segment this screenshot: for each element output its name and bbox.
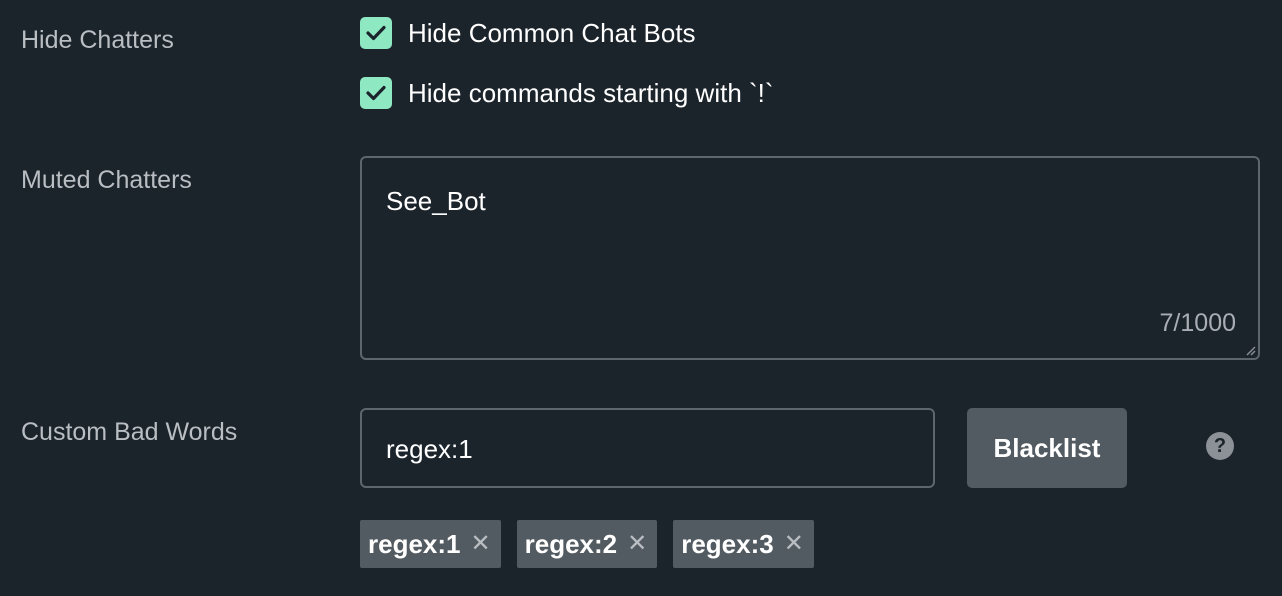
hide-common-bots-option[interactable]: Hide Common Chat Bots bbox=[360, 17, 696, 49]
hide-commands-checkbox[interactable] bbox=[360, 77, 392, 109]
character-counter: 7/1000 bbox=[1159, 309, 1236, 337]
hide-commands-option[interactable]: Hide commands starting with `!` bbox=[360, 77, 774, 109]
bad-word-tags: regex:1 ✕ regex:2 ✕ regex:3 ✕ bbox=[360, 520, 814, 568]
resize-handle-icon[interactable] bbox=[1244, 344, 1256, 356]
blacklist-button[interactable]: Blacklist bbox=[967, 408, 1127, 488]
bad-word-tag: regex:1 ✕ bbox=[360, 520, 501, 568]
muted-chatters-label: Muted Chatters bbox=[21, 166, 192, 194]
remove-tag-icon[interactable]: ✕ bbox=[627, 532, 647, 556]
hide-chatters-label: Hide Chatters bbox=[21, 26, 174, 54]
hide-common-bots-label: Hide Common Chat Bots bbox=[408, 17, 696, 48]
tag-label: regex:2 bbox=[524, 528, 618, 559]
checkmark-icon bbox=[366, 85, 386, 101]
hide-commands-label: Hide commands starting with `!` bbox=[408, 77, 774, 108]
bad-word-tag: regex:3 ✕ bbox=[673, 520, 814, 568]
remove-tag-icon[interactable]: ✕ bbox=[784, 532, 804, 556]
custom-bad-words-label: Custom Bad Words bbox=[21, 418, 238, 446]
tag-label: regex:3 bbox=[681, 528, 774, 559]
bad-word-tag: regex:2 ✕ bbox=[516, 520, 658, 568]
tag-label: regex:1 bbox=[368, 528, 461, 559]
muted-chatters-value: See_Bot bbox=[386, 186, 486, 216]
hide-common-bots-checkbox[interactable] bbox=[360, 17, 392, 49]
checkmark-icon bbox=[366, 25, 386, 41]
muted-chatters-textarea[interactable]: See_Bot 7/1000 bbox=[360, 156, 1260, 360]
remove-tag-icon[interactable]: ✕ bbox=[471, 532, 491, 556]
bad-word-input-value: regex:1 bbox=[386, 434, 473, 464]
help-icon[interactable]: ? bbox=[1206, 432, 1234, 460]
bad-word-input[interactable]: regex:1 bbox=[360, 408, 935, 488]
